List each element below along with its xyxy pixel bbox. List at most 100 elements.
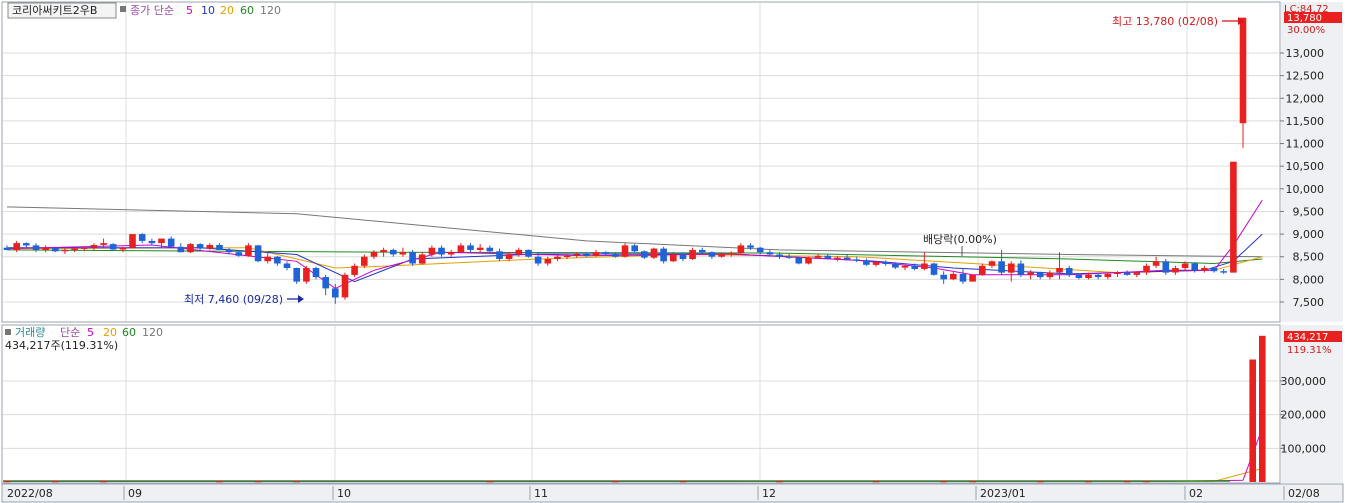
ma-legend-10[interactable]: 10 bbox=[201, 4, 215, 17]
ma-legend-20[interactable]: 20 bbox=[220, 4, 234, 17]
candle-body bbox=[1123, 272, 1131, 275]
volume-bar[interactable] bbox=[3, 481, 11, 483]
candle-body bbox=[293, 268, 300, 282]
volume-bar[interactable] bbox=[216, 481, 223, 483]
candle-body bbox=[882, 262, 889, 264]
volume-ma-20[interactable]: 20 bbox=[103, 326, 117, 339]
candle-body bbox=[959, 273, 967, 282]
candle[interactable] bbox=[129, 234, 136, 249]
candle-body bbox=[428, 247, 436, 255]
volume-ma-60[interactable]: 60 bbox=[122, 326, 136, 339]
candle[interactable] bbox=[109, 243, 117, 250]
candle-body bbox=[1230, 161, 1237, 273]
date-label: 10 bbox=[337, 487, 351, 500]
candle-body bbox=[708, 252, 716, 257]
candle-body bbox=[303, 268, 310, 282]
candle-body bbox=[872, 262, 880, 265]
volume-badge: 434,217 bbox=[1287, 332, 1328, 343]
volume-bar[interactable] bbox=[1249, 359, 1256, 483]
candle-body bbox=[718, 254, 725, 257]
candle-body bbox=[525, 249, 532, 257]
candle-body bbox=[911, 265, 918, 269]
volume-bar[interactable] bbox=[293, 481, 300, 483]
price-tick-label: 7,500 bbox=[1293, 296, 1325, 309]
candle-body bbox=[534, 256, 542, 264]
candle-body bbox=[979, 265, 986, 275]
candle[interactable] bbox=[293, 267, 300, 284]
candle-body bbox=[283, 263, 291, 268]
candle[interactable] bbox=[969, 274, 976, 282]
volume-bar[interactable] bbox=[612, 481, 619, 483]
date-label: 11 bbox=[534, 487, 548, 500]
candle[interactable] bbox=[650, 247, 658, 259]
volume-bar[interactable] bbox=[1036, 481, 1044, 483]
ma-legend-5[interactable]: 5 bbox=[186, 4, 193, 17]
volume-bar[interactable] bbox=[679, 481, 687, 483]
candle[interactable] bbox=[409, 249, 416, 266]
price-tick-label: 12,000 bbox=[1286, 92, 1325, 105]
candle-body bbox=[1239, 17, 1247, 124]
ma-legend-120[interactable]: 120 bbox=[260, 4, 281, 17]
candle-body bbox=[216, 245, 223, 250]
candle-body bbox=[505, 254, 513, 259]
price-tick-label: 10,000 bbox=[1286, 183, 1325, 196]
candle-body bbox=[814, 255, 822, 258]
candle-body bbox=[1162, 261, 1170, 273]
candle-body bbox=[351, 265, 358, 275]
candle-body bbox=[563, 255, 571, 257]
volume-ma-120[interactable]: 120 bbox=[142, 326, 163, 339]
candle-body bbox=[515, 249, 523, 255]
candle[interactable] bbox=[187, 243, 194, 254]
candle-body bbox=[1201, 268, 1208, 271]
candle-body bbox=[42, 247, 49, 250]
volume-bar[interactable] bbox=[254, 481, 262, 483]
volume-bar[interactable] bbox=[969, 481, 976, 483]
candle[interactable] bbox=[303, 265, 310, 284]
candle-body bbox=[573, 254, 580, 256]
candle[interactable] bbox=[930, 262, 938, 276]
candle-body bbox=[1075, 274, 1083, 278]
candle[interactable] bbox=[254, 244, 262, 263]
date-label: 09 bbox=[128, 487, 142, 500]
candle-body bbox=[312, 268, 320, 278]
candle-body bbox=[824, 255, 832, 259]
candle-body bbox=[90, 245, 98, 248]
volume-bar[interactable] bbox=[486, 481, 494, 483]
price-tick-label: 13,000 bbox=[1286, 47, 1325, 60]
ma-legend-60[interactable]: 60 bbox=[240, 4, 254, 17]
candle[interactable] bbox=[805, 256, 812, 265]
candle-body bbox=[332, 288, 339, 298]
candle-body bbox=[544, 259, 552, 264]
candle-body bbox=[940, 274, 947, 280]
chart-canvas[interactable]: 2022/08 09 10 11 12 2023/01 02 02/08 7,500 8,000 8… bbox=[0, 0, 1345, 503]
candle-body bbox=[61, 249, 69, 252]
volume-bar[interactable] bbox=[940, 481, 947, 483]
candle-body bbox=[438, 247, 445, 255]
candle[interactable] bbox=[1162, 258, 1170, 275]
volume-bar[interactable] bbox=[52, 481, 59, 483]
candle-body bbox=[785, 256, 793, 258]
candle-body bbox=[1172, 268, 1179, 273]
candle[interactable] bbox=[1230, 161, 1237, 273]
volume-bar[interactable] bbox=[1085, 481, 1092, 483]
candle-body bbox=[254, 245, 262, 262]
candle-body bbox=[119, 247, 127, 250]
candle[interactable] bbox=[525, 249, 532, 258]
candle-body bbox=[148, 240, 156, 244]
ma-legend-label: 종가 단순 bbox=[130, 4, 174, 17]
volume-bar[interactable] bbox=[1123, 481, 1131, 483]
candle-body bbox=[187, 244, 194, 253]
candle[interactable] bbox=[660, 246, 667, 264]
candle-body bbox=[583, 254, 590, 256]
volume-bar[interactable] bbox=[1259, 335, 1266, 482]
volume-bar[interactable] bbox=[776, 481, 783, 483]
candle-body bbox=[399, 252, 407, 255]
volume-bar[interactable] bbox=[1143, 481, 1150, 483]
volume-bar[interactable] bbox=[100, 481, 107, 483]
candle-body bbox=[679, 254, 687, 259]
candle[interactable] bbox=[341, 272, 349, 300]
candle-body bbox=[409, 252, 416, 264]
volume-bar[interactable] bbox=[872, 481, 880, 483]
candle[interactable] bbox=[795, 256, 803, 265]
volume-ma-5[interactable]: 5 bbox=[87, 326, 94, 339]
